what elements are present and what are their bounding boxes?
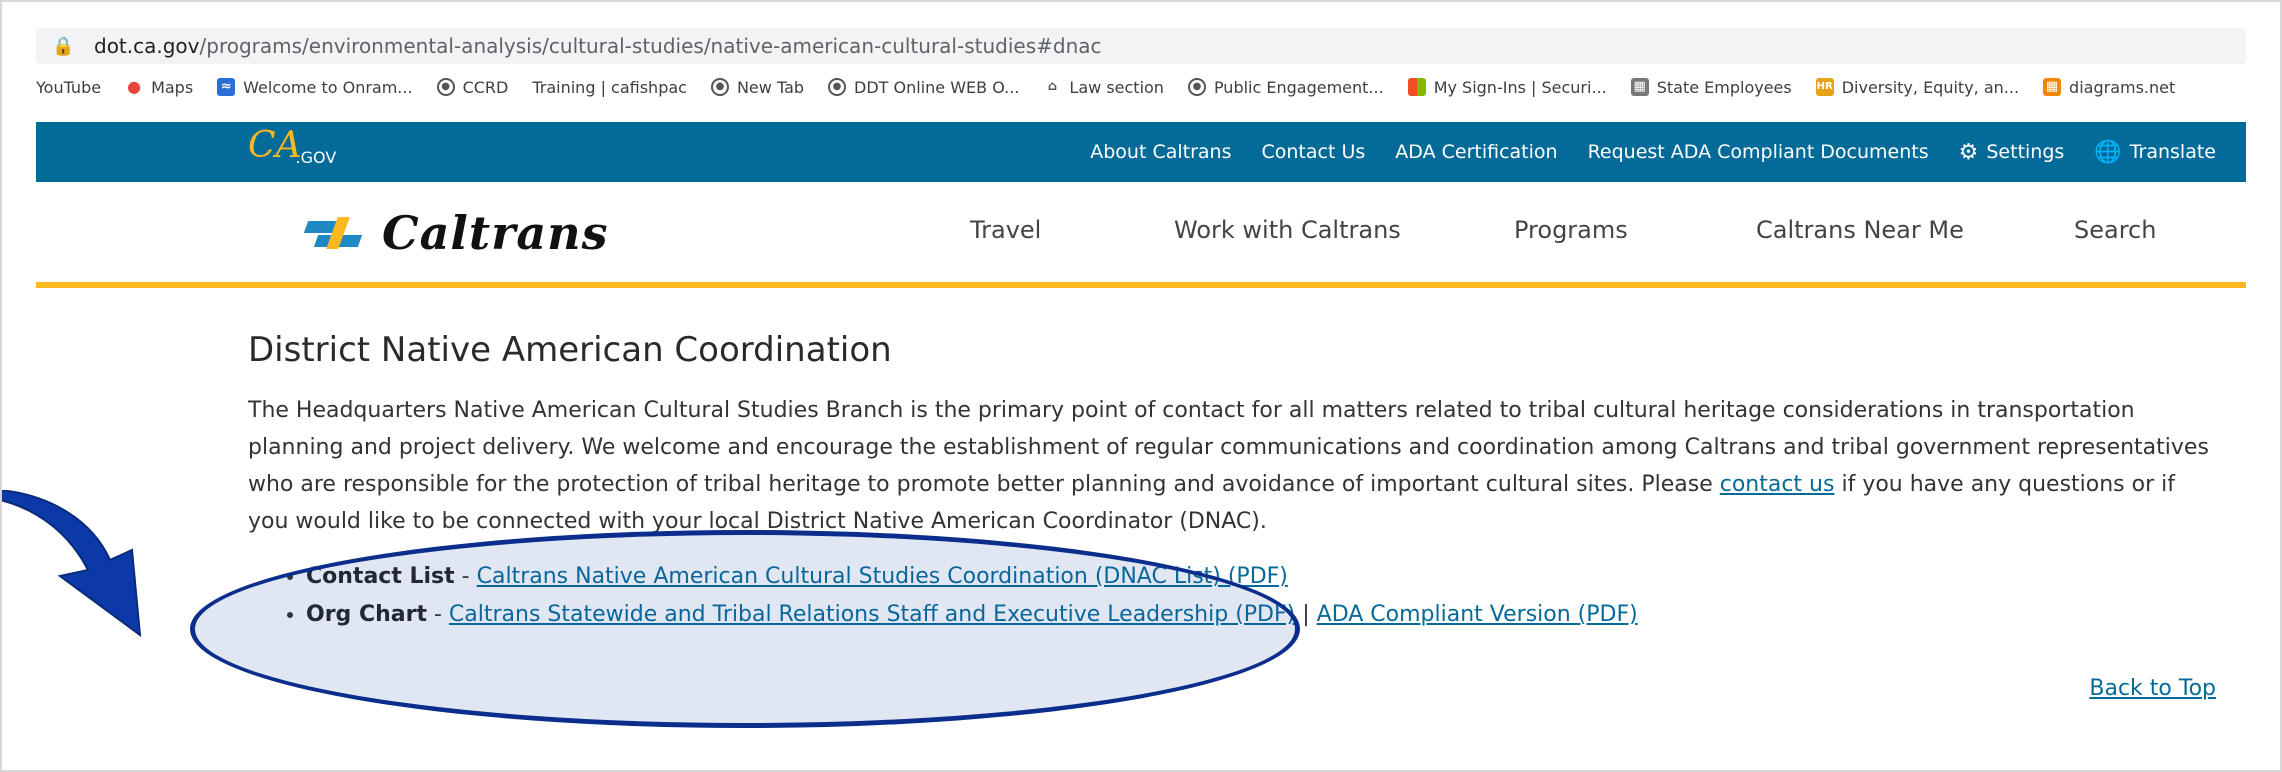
url-path: /programs/environmental-analysis/cultura… xyxy=(199,34,1102,58)
caltrans-logo-text: Caltrans xyxy=(382,206,609,260)
globe-icon: ● xyxy=(1187,78,1206,96)
back-to-top-link[interactable]: Back to Top xyxy=(2089,676,2216,701)
bookmark-label: Maps xyxy=(151,77,194,97)
url-host: dot.ca.gov xyxy=(94,34,200,58)
bookmark-youtube[interactable]: YouTube xyxy=(36,78,101,97)
ada-compliant-version-link[interactable]: ADA Compliant Version (PDF) xyxy=(1317,602,1638,627)
bookmark-label: CCRD xyxy=(462,77,509,97)
highlight-ellipse xyxy=(190,530,1300,728)
bookmark-diversity[interactable]: HR Diversity, Equity, an... xyxy=(1815,77,2020,97)
bookmark-label: State Employees xyxy=(1656,77,1792,97)
bookmark-diagrams[interactable]: ▦ diagrams.net xyxy=(2043,78,2175,97)
bookmark-training[interactable]: Training | cafishpac xyxy=(532,78,687,97)
bookmark-label: diagrams.net xyxy=(2069,77,2176,97)
globe-icon: 🌐 xyxy=(2094,139,2122,165)
bookmark-state-employees[interactable]: ▦ State Employees xyxy=(1630,77,1792,97)
bookmark-public-engagement[interactable]: ● Public Engagement... xyxy=(1187,77,1384,97)
nav-programs[interactable]: Programs xyxy=(1514,216,1628,244)
lock-icon[interactable]: 🔒 xyxy=(52,36,80,57)
globe-icon: ● xyxy=(828,78,847,96)
contact-us-inline-link[interactable]: contact us xyxy=(1720,472,1835,497)
bookmark-sign-ins[interactable]: My Sign-Ins | Securi... xyxy=(1407,77,1607,97)
ca-gov-logo-suffix: .GOV xyxy=(295,148,337,167)
bookmark-onramp[interactable]: ≈ Welcome to Onram... xyxy=(217,77,413,97)
nav-search[interactable]: Search xyxy=(2074,216,2156,244)
settings-button[interactable]: ⚙ Settings xyxy=(1959,140,2065,165)
bookmark-law[interactable]: ⌂ Law section xyxy=(1043,78,1164,97)
bookmark-new-tab[interactable]: ● New Tab xyxy=(710,77,805,97)
utility-header: CA.GOV About Caltrans Contact Us ADA Cer… xyxy=(36,122,2246,182)
bookmark-label: YouTube xyxy=(36,77,102,97)
globe-icon: ● xyxy=(710,78,729,96)
bookmark-label: New Tab xyxy=(736,77,805,97)
gear-icon: ⚙ xyxy=(1958,139,1979,165)
bookmark-ccrd[interactable]: ● CCRD xyxy=(436,77,509,97)
maps-pin-icon: ● xyxy=(125,78,144,96)
annotation-arrow-icon xyxy=(0,490,142,638)
settings-label: Settings xyxy=(1986,141,2065,163)
bookmark-label: Public Engagement... xyxy=(1213,77,1384,97)
law-icon: ⌂ xyxy=(1043,78,1062,96)
ada-certification-link[interactable]: ADA Certification xyxy=(1395,141,1557,163)
ca-gov-logo[interactable]: CA.GOV xyxy=(248,126,342,172)
ca-gov-logo-mark: CA xyxy=(248,125,302,166)
translate-label: Translate xyxy=(2129,141,2216,163)
browser-window: 🔒 dot.ca.gov /programs/environmental-ana… xyxy=(0,0,2282,772)
utility-links: About Caltrans Contact Us ADA Certificat… xyxy=(1090,122,2216,182)
bookmark-ddt[interactable]: ● DDT Online WEB O... xyxy=(828,78,1019,97)
building-icon: ▦ xyxy=(1630,78,1649,96)
nav-caltrans-near-me[interactable]: Caltrans Near Me xyxy=(1756,216,1964,244)
bookmarks-bar: YouTube ● Maps ≈ Welcome to Onram... ● CCRD… xyxy=(36,72,2246,102)
address-bar[interactable]: 🔒 dot.ca.gov /programs/environmental-ana… xyxy=(36,28,2246,64)
microsoft-icon xyxy=(1407,78,1426,96)
page-title: District Native American Coordination xyxy=(248,330,892,370)
main-navigation: Caltrans Travel Work with Caltrans Progr… xyxy=(36,182,2246,288)
globe-icon: ● xyxy=(436,78,455,96)
caltrans-logo[interactable]: Caltrans xyxy=(303,206,609,260)
request-ada-documents-link[interactable]: Request ADA Compliant Documents xyxy=(1588,141,1929,163)
caltrans-logo-mark xyxy=(303,217,372,249)
bookmark-label: Diversity, Equity, an... xyxy=(1841,77,2020,97)
nav-work-with-caltrans[interactable]: Work with Caltrans xyxy=(1174,216,1401,244)
bookmark-maps[interactable]: ● Maps xyxy=(125,78,193,97)
bookmark-label: Training | cafishpac xyxy=(532,77,687,97)
intro-paragraph: The Headquarters Native American Cultura… xyxy=(248,392,2218,540)
bookmark-label: My Sign-Ins | Securi... xyxy=(1433,77,1607,97)
bookmark-label: DDT Online WEB O... xyxy=(854,77,1020,97)
onramp-icon: ≈ xyxy=(217,78,236,96)
about-caltrans-link[interactable]: About Caltrans xyxy=(1090,141,1231,163)
nav-travel[interactable]: Travel xyxy=(970,216,1041,244)
translate-button[interactable]: 🌐 Translate xyxy=(2094,140,2216,165)
bookmark-label: Law section xyxy=(1069,77,1164,97)
contact-us-link[interactable]: Contact Us xyxy=(1262,141,1366,163)
bookmark-label: Welcome to Onram... xyxy=(243,77,413,97)
hr-icon: HR xyxy=(1815,78,1834,96)
drawio-icon: ▦ xyxy=(2043,78,2062,96)
